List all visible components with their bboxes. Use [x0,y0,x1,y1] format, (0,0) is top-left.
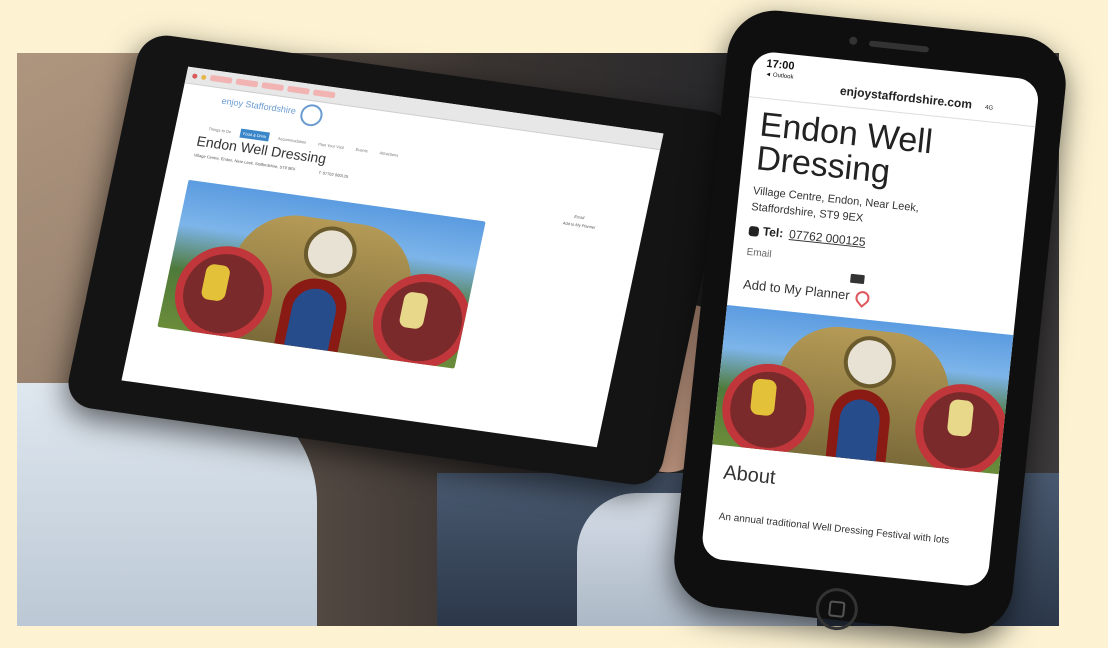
site-logo[interactable]: enjoy Staffordshire [221,96,297,116]
tel-number-link[interactable]: 07762 000125 [788,227,866,249]
envelope-icon[interactable] [849,273,865,285]
well-dressing-image [712,304,1014,475]
phone-device: 17:00 ◄ Outlook enjoystaffordshire.com 4… [669,5,1071,639]
heart-icon[interactable] [852,287,873,308]
browser-tab[interactable] [286,85,310,95]
browser-tab[interactable] [235,78,259,88]
email-label[interactable]: Email [746,247,772,261]
minimize-dot-icon[interactable] [200,74,207,80]
add-to-planner-link[interactable]: Add to My Planner [562,220,596,229]
browser-tab[interactable] [312,89,336,99]
email-link[interactable]: Email [574,214,585,220]
telephone[interactable]: T: 07762 000125 [318,170,349,179]
about-heading: About [722,461,777,489]
phone-icon [748,225,760,237]
signal-indicator: 4G [984,104,994,112]
nav-item[interactable]: Events [352,144,372,155]
browser-tab[interactable] [261,82,285,92]
logo-emblem-icon [298,102,325,128]
status-time: 17:00 [765,57,796,73]
tel-label: Tel: [762,224,784,241]
close-dot-icon[interactable] [191,72,198,79]
browser-tab[interactable] [209,74,233,84]
about-description: An annual traditional Well Dressing Fest… [718,511,950,547]
phone-screen: 17:00 ◄ Outlook enjoystaffordshire.com 4… [700,50,1041,588]
phone-camera [848,36,858,46]
planner-label: Add to My Planner [742,276,851,303]
telephone-row[interactable]: Tel: 07762 000125 [748,223,866,249]
back-to-app[interactable]: ◄ Outlook [765,72,794,81]
well-dressing-image [157,179,486,369]
phone-speaker [868,40,930,53]
tablet-screen: enjoy Staffordshire Things to Do Food & … [121,66,664,448]
nav-item[interactable]: Attractions [376,148,403,160]
